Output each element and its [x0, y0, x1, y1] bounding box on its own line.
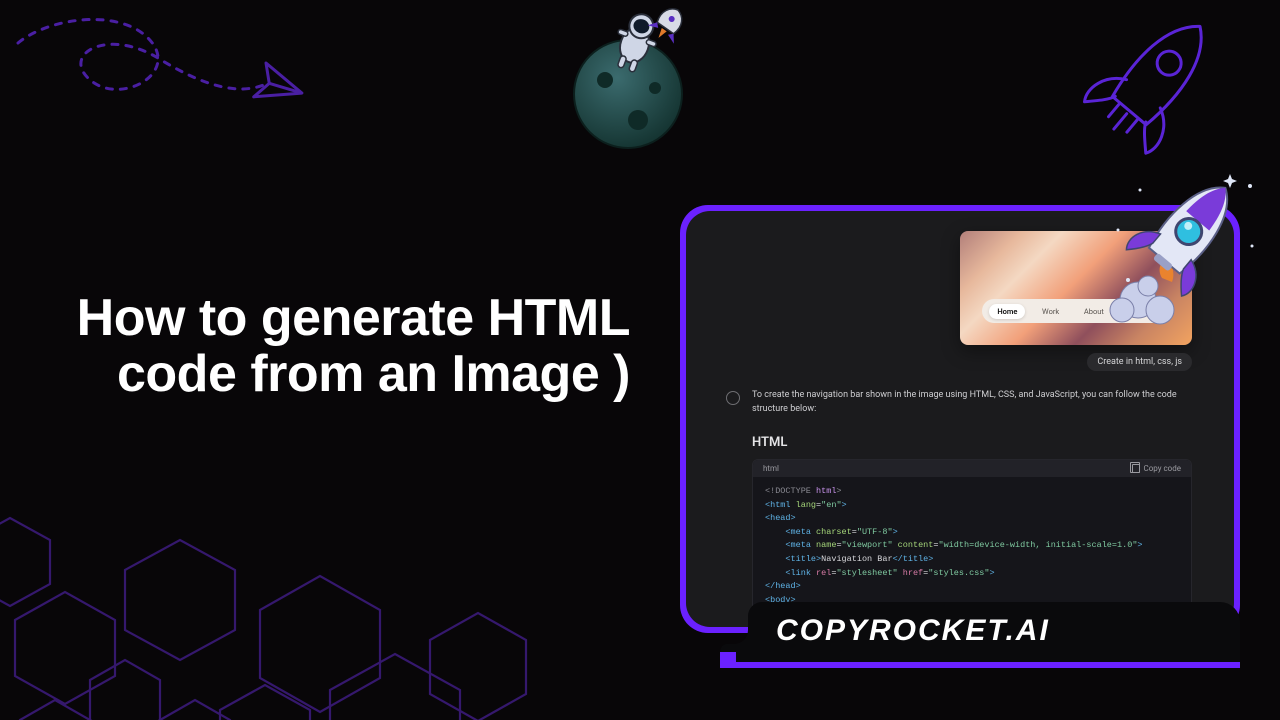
nav-preview-card: Home Work About Contact — [960, 231, 1192, 345]
dashed-trail-decoration — [8, 8, 338, 148]
chat-panel: Home Work About Contact Create in html, css… — [686, 211, 1234, 627]
hexagon-pattern — [0, 360, 580, 720]
astronaut-moon-illustration — [560, 2, 720, 162]
nav-item-about[interactable]: About — [1076, 304, 1112, 319]
chat-panel-frame: Home Work About Contact Create in html, css… — [680, 205, 1240, 633]
copy-code-label: Copy code — [1144, 464, 1182, 473]
nav-item-contact[interactable]: Contact — [1120, 304, 1162, 319]
assistant-text: To create the navigation bar shown in th… — [752, 389, 1192, 416]
assistant-avatar-icon — [726, 391, 740, 405]
brand-bar: COPYROCKET.AI — [720, 602, 1240, 668]
rocket-outline-decoration — [1070, 0, 1240, 170]
nav-item-work[interactable]: Work — [1034, 304, 1067, 319]
nav-bar-preview: Home Work About Contact — [982, 299, 1170, 323]
copy-icon — [1132, 464, 1140, 473]
copy-code-button[interactable]: Copy code — [1132, 464, 1182, 473]
code-content: <!DOCTYPE html> <html lang="en"> <head> … — [753, 477, 1191, 617]
code-block: html Copy code <!DOCTYPE html> <html lan… — [752, 459, 1192, 618]
code-block-header: html Copy code — [753, 460, 1191, 477]
code-language-label: html — [763, 464, 779, 473]
nav-item-home[interactable]: Home — [989, 304, 1025, 319]
user-prompt: Create in html, css, js — [1087, 353, 1192, 371]
code-section-label: HTML — [752, 435, 787, 450]
brand-name: COPYROCKET.AI — [776, 614, 1050, 648]
page-title: How to generate HTML code from an Image … — [70, 290, 630, 402]
assistant-message: To create the navigation bar shown in th… — [726, 389, 1192, 416]
